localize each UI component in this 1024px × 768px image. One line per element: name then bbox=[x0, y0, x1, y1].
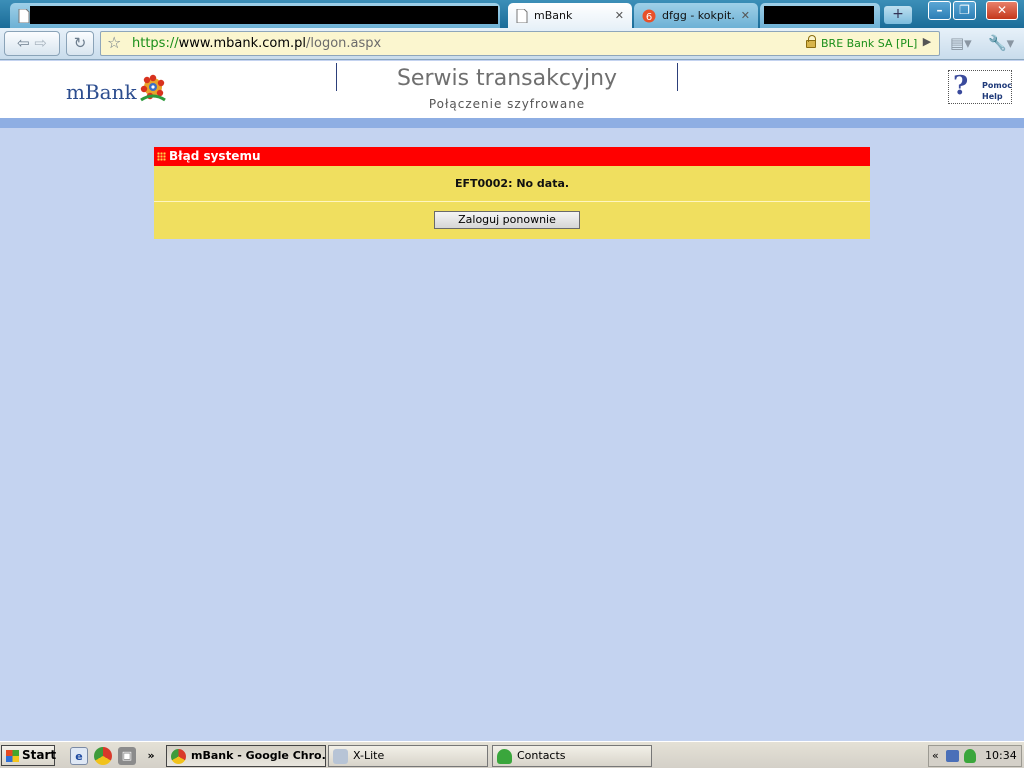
security-indicator[interactable]: BRE Bank SA [PL] bbox=[806, 35, 917, 50]
back-arrow-icon[interactable]: ⇦ bbox=[17, 34, 30, 52]
tab-close-icon[interactable]: ✕ bbox=[615, 9, 624, 22]
minimize-button[interactable]: – bbox=[928, 1, 951, 20]
close-icon: ✕ bbox=[996, 3, 1008, 17]
flower-logo-icon bbox=[140, 74, 166, 102]
lock-icon bbox=[806, 35, 816, 48]
redacted-block bbox=[764, 6, 874, 24]
help-label-pl: Pomoc bbox=[982, 81, 1012, 90]
tab-mbank[interactable]: mBank ✕ bbox=[508, 3, 632, 28]
error-message: EFT0002: No data. bbox=[154, 166, 870, 201]
browser-tab-strip: mBank ✕ 6 dfgg - kokpit… ✕ + – ❐ ✕ bbox=[0, 0, 1024, 28]
close-window-button[interactable]: ✕ bbox=[986, 1, 1018, 20]
back-forward-buttons[interactable]: ⇦ ⇨ bbox=[4, 31, 60, 56]
taskbar: Start e ▣ » mBank - Google Chro... X-Lit… bbox=[0, 741, 1024, 768]
url-text[interactable]: https://www.mbank.com.pl/logon.aspx bbox=[132, 36, 381, 51]
site-header: mBank Serwis transakcyjny Połączenie szy… bbox=[0, 61, 1024, 118]
go-arrow-icon[interactable]: ▶ bbox=[919, 35, 935, 51]
start-button[interactable]: Start bbox=[1, 745, 56, 766]
error-header: Błąd systemu bbox=[154, 147, 870, 166]
clock[interactable]: 10:34 bbox=[985, 746, 1017, 766]
windows-flag-icon bbox=[6, 750, 19, 762]
system-tray: « 10:34 bbox=[928, 745, 1022, 767]
mbank-logo[interactable]: mBank bbox=[66, 80, 137, 104]
redacted-block bbox=[30, 6, 498, 24]
error-title: Błąd systemu bbox=[169, 149, 261, 163]
forward-arrow-icon[interactable]: ⇨ bbox=[34, 34, 47, 52]
header-band bbox=[0, 118, 1024, 128]
page-menu-icon: ▤▾ bbox=[950, 34, 972, 52]
restore-icon: ❐ bbox=[959, 3, 970, 17]
task-xlite[interactable]: X-Lite bbox=[328, 745, 488, 767]
page-icon bbox=[516, 8, 528, 23]
ie-icon[interactable]: e bbox=[70, 747, 88, 765]
reload-button[interactable]: ↻ bbox=[66, 31, 94, 56]
contacts-icon bbox=[497, 749, 512, 764]
reload-icon: ↻ bbox=[73, 34, 87, 52]
page-menu-button[interactable]: ▤▾ bbox=[950, 34, 978, 54]
page-viewport: mBank Serwis transakcyjny Połączenie szy… bbox=[0, 61, 1024, 741]
task-contacts[interactable]: Contacts bbox=[492, 745, 652, 767]
site-subtitle: Połączenie szyfrowane bbox=[428, 97, 586, 111]
wrench-menu-button[interactable]: 🔧▾ bbox=[988, 34, 1016, 54]
tab-close-icon[interactable]: ✕ bbox=[741, 9, 750, 22]
tab-label: mBank bbox=[534, 9, 573, 22]
question-mark-icon: ? bbox=[953, 71, 969, 101]
quicklaunch-more-icon[interactable]: » bbox=[142, 747, 160, 765]
chrome-icon[interactable] bbox=[94, 747, 112, 765]
help-link[interactable]: ? Pomoc Help bbox=[948, 70, 1012, 104]
app-icon[interactable]: ▣ bbox=[118, 747, 136, 765]
chrome-icon bbox=[171, 749, 186, 764]
task-mbank-chrome[interactable]: mBank - Google Chro... bbox=[166, 745, 326, 767]
help-label-en: Help bbox=[982, 92, 1003, 101]
wrench-icon: 🔧▾ bbox=[988, 34, 1015, 52]
grid-dots-icon bbox=[157, 152, 166, 161]
messenger-icon[interactable] bbox=[964, 749, 976, 763]
relogin-button[interactable]: Zaloguj ponownie bbox=[434, 211, 580, 229]
tab-dfgg[interactable]: 6 dfgg - kokpit… ✕ bbox=[634, 3, 758, 28]
plus-icon: + bbox=[892, 6, 904, 22]
minimize-icon: – bbox=[936, 3, 943, 17]
restore-button[interactable]: ❐ bbox=[953, 1, 976, 20]
page-icon bbox=[18, 8, 30, 23]
browser-toolbar: ⇦ ⇨ ↻ ☆ https://www.mbank.com.pl/logon.a… bbox=[0, 28, 1024, 60]
tab-label: dfgg - kokpit… bbox=[662, 9, 735, 22]
svg-text:6: 6 bbox=[646, 12, 652, 23]
tray-expand-icon[interactable]: « bbox=[932, 746, 939, 766]
xlite-icon bbox=[333, 749, 348, 764]
address-bar[interactable]: ☆ https://www.mbank.com.pl/logon.aspx BR… bbox=[100, 31, 940, 56]
blip-icon: 6 bbox=[642, 9, 656, 23]
new-tab-button[interactable]: + bbox=[884, 6, 912, 24]
error-footer: Zaloguj ponownie bbox=[154, 202, 870, 239]
network-icon[interactable] bbox=[946, 750, 959, 762]
site-title: Serwis transakcyjny bbox=[396, 66, 618, 91]
error-panel: Błąd systemu EFT0002: No data. Zaloguj p… bbox=[154, 147, 870, 239]
bookmark-star-icon[interactable]: ☆ bbox=[107, 33, 121, 52]
